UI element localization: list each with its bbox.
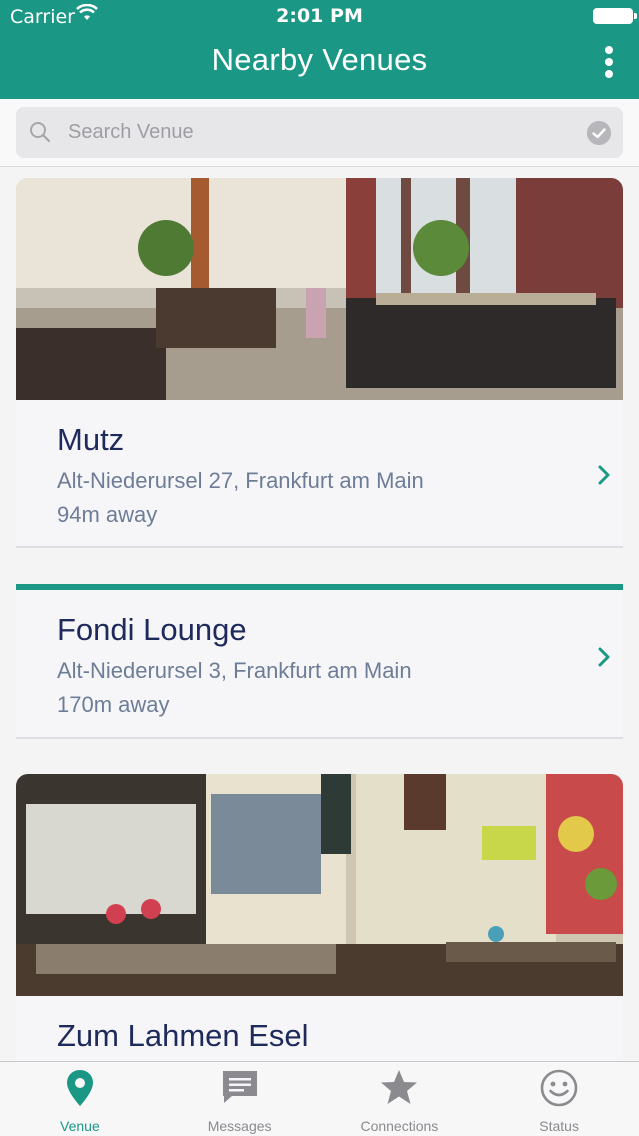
smiley-icon [540,1069,578,1107]
battery-icon [593,8,637,24]
venue-list: Mutz Alt-Niederursel 27, Frankfurt am Ma… [0,168,639,1062]
venue-info: Zum Lahmen Esel [16,996,623,1056]
tab-label: Connections [360,1118,439,1134]
venue-info: Fondi Lounge Alt-Niederursel 3, Frankfur… [16,590,623,722]
tab-connections[interactable]: Connections [320,1062,480,1136]
chevron-right-icon[interactable] [597,464,611,486]
venue-distance: 94m away [57,502,158,527]
clock: 2:01 PM [276,5,363,27]
venue-card[interactable]: Mutz Alt-Niederursel 27, Frankfurt am Ma… [16,178,623,548]
venue-name: Zum Lahmen Esel [57,1018,309,1053]
search-icon [30,122,51,143]
search-field[interactable] [16,107,623,158]
tab-messages[interactable]: Messages [160,1062,320,1136]
message-icon [222,1071,257,1103]
star-icon [381,1070,418,1104]
search-input[interactable] [68,107,568,158]
map-pin-icon [66,1070,93,1106]
venue-address: Alt-Niederursel 27, Frankfurt am Main [57,468,424,493]
tab-label: Messages [207,1118,272,1134]
venue-distance: 170m away [57,692,170,717]
venue-name: Mutz [57,422,125,457]
venue-card[interactable]: Zum Lahmen Esel [16,774,623,1062]
app-header: Carrier 2:01 PM Nearby Venues [0,0,639,99]
page-title: Nearby Venues [211,42,428,77]
tab-label: Venue [60,1118,100,1134]
venue-name: Fondi Lounge [57,612,247,647]
tab-status[interactable]: Status [479,1062,639,1136]
venue-card[interactable]: Fondi Lounge Alt-Niederursel 3, Frankfur… [16,584,623,739]
status-bar: Carrier 2:01 PM [0,0,639,32]
chevron-right-icon[interactable] [597,646,611,668]
tab-label: Status [539,1118,579,1134]
tab-venue[interactable]: Venue [0,1062,160,1136]
clear-search-icon[interactable] [587,121,611,145]
venue-info: Mutz Alt-Niederursel 27, Frankfurt am Ma… [16,400,623,532]
venue-photo [16,774,623,996]
more-vertical-icon[interactable] [603,46,615,78]
search-bar [0,99,639,167]
venue-photo [16,178,623,400]
venue-address: Alt-Niederursel 3, Frankfurt am Main [57,658,412,683]
tab-bar: Venue Messages Connections Status [0,1061,639,1136]
